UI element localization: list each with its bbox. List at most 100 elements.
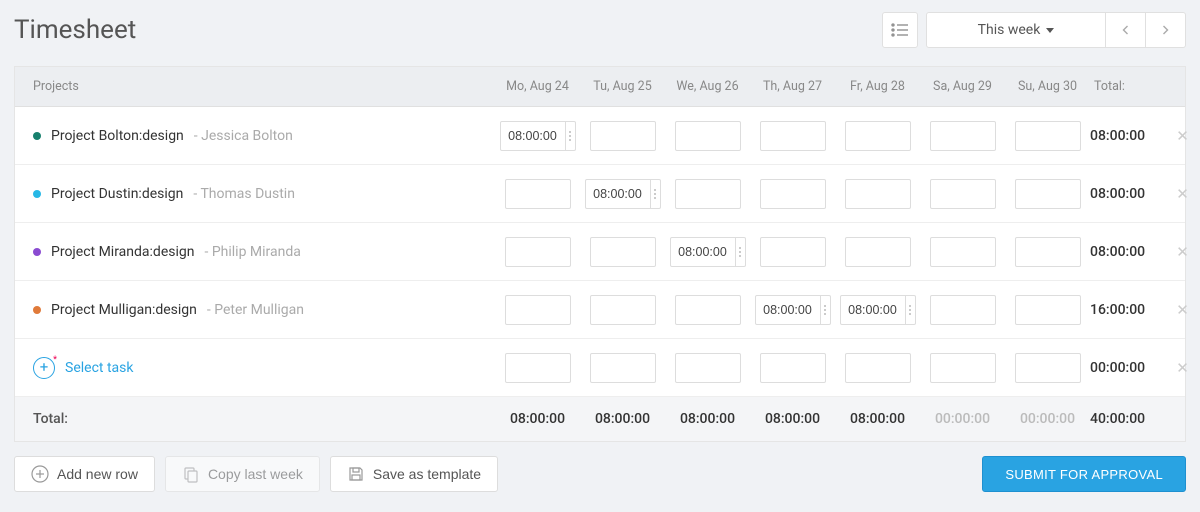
time-input[interactable] (505, 237, 571, 267)
project-name: Project Miranda:design (51, 244, 194, 260)
time-drag-handle[interactable] (651, 179, 661, 209)
plus-circle-icon (31, 465, 49, 483)
time-input[interactable] (930, 179, 996, 209)
time-input[interactable] (930, 237, 996, 267)
time-input[interactable] (930, 295, 996, 325)
footer-grand-total: 40:00:00 (1090, 411, 1165, 427)
project-name: Project Mulligan:design (51, 302, 197, 318)
save-template-button[interactable]: Save as template (330, 456, 498, 492)
time-input[interactable] (585, 179, 651, 209)
time-input[interactable] (845, 121, 911, 151)
period-next-button[interactable] (1146, 12, 1186, 48)
time-input[interactable] (755, 295, 821, 325)
time-input[interactable] (505, 179, 571, 209)
footer-day-total: 00:00:00 (920, 411, 1005, 427)
col-header-day: Mo, Aug 24 (495, 67, 580, 106)
time-input[interactable] (845, 179, 911, 209)
copy-last-week-label: Copy last week (208, 466, 303, 482)
col-header-day: Sa, Aug 29 (920, 67, 1005, 106)
copy-last-week-button[interactable]: Copy last week (165, 456, 320, 492)
add-row-button[interactable]: Add new row (14, 456, 155, 492)
period-label: This week (978, 22, 1041, 38)
delete-row-button[interactable]: ✕ (1176, 359, 1189, 377)
col-header-day: Fr, Aug 28 (835, 67, 920, 106)
col-header-total: Total: (1090, 67, 1165, 106)
list-icon (891, 23, 909, 37)
col-header-day: Su, Aug 30 (1005, 67, 1090, 106)
time-input[interactable] (845, 353, 911, 383)
time-input[interactable] (675, 179, 741, 209)
time-drag-handle[interactable] (821, 295, 831, 325)
row-total: 08:00:00 (1090, 186, 1165, 202)
period-selector[interactable]: This week (926, 12, 1106, 48)
col-header-projects: Projects (15, 67, 495, 106)
time-drag-handle[interactable] (906, 295, 916, 325)
project-name: Project Bolton:design (51, 128, 184, 144)
chevron-left-icon (1122, 25, 1129, 35)
row-total: 08:00:00 (1090, 244, 1165, 260)
save-icon (347, 465, 365, 483)
time-input[interactable] (760, 179, 826, 209)
delete-row-button[interactable]: ✕ (1176, 243, 1189, 261)
time-input[interactable] (760, 121, 826, 151)
add-task-icon: * (33, 357, 55, 379)
footer-day-total: 08:00:00 (580, 411, 665, 427)
time-input[interactable] (930, 353, 996, 383)
time-input[interactable] (505, 295, 571, 325)
col-header-day: Tu, Aug 25 (580, 67, 665, 106)
chevron-right-icon (1162, 25, 1169, 35)
project-color-dot (33, 306, 41, 314)
time-input[interactable] (760, 237, 826, 267)
project-color-dot (33, 248, 41, 256)
time-input[interactable] (505, 353, 571, 383)
time-input[interactable] (675, 295, 741, 325)
time-input[interactable] (675, 121, 741, 151)
delete-row-button[interactable]: ✕ (1176, 301, 1189, 319)
time-input[interactable] (1015, 295, 1081, 325)
time-input[interactable] (670, 237, 736, 267)
time-input[interactable] (590, 353, 656, 383)
table-row: Project Bolton:design - Jessica Bolton 08… (15, 107, 1185, 165)
table-row: Project Mulligan:design - Peter Mulligan… (15, 281, 1185, 339)
time-input[interactable] (1015, 237, 1081, 267)
select-task-row: * Select task 00:00:00 ✕ (15, 339, 1185, 397)
project-person: - Philip Miranda (204, 244, 300, 260)
time-input[interactable] (1015, 353, 1081, 383)
time-input[interactable] (840, 295, 906, 325)
time-input[interactable] (590, 237, 656, 267)
list-view-toggle[interactable] (882, 12, 918, 48)
delete-row-button[interactable]: ✕ (1176, 185, 1189, 203)
footer-label: Total: (15, 411, 495, 427)
add-row-label: Add new row (57, 466, 138, 482)
submit-approval-button[interactable]: SUBMIT FOR APPROVAL (982, 456, 1186, 492)
footer-day-total: 08:00:00 (835, 411, 920, 427)
row-total: 00:00:00 (1090, 360, 1165, 376)
time-input[interactable] (930, 121, 996, 151)
footer-day-total: 08:00:00 (665, 411, 750, 427)
save-template-label: Save as template (373, 466, 481, 482)
time-input[interactable] (845, 237, 911, 267)
page-title: Timesheet (14, 15, 136, 45)
time-input[interactable] (590, 121, 656, 151)
delete-row-button[interactable]: ✕ (1176, 127, 1189, 145)
time-input[interactable] (590, 295, 656, 325)
timesheet-grid: Projects Mo, Aug 24 Tu, Aug 25 We, Aug 2… (14, 66, 1186, 442)
project-color-dot (33, 132, 41, 140)
time-input[interactable] (760, 353, 826, 383)
select-task-label: Select task (65, 360, 133, 376)
time-drag-handle[interactable] (566, 121, 576, 151)
time-input[interactable] (500, 121, 566, 151)
row-total: 08:00:00 (1090, 128, 1165, 144)
time-input[interactable] (675, 353, 741, 383)
grid-header: Projects Mo, Aug 24 Tu, Aug 25 We, Aug 2… (15, 67, 1185, 107)
submit-label: SUBMIT FOR APPROVAL (1005, 467, 1163, 482)
project-person: - Jessica Bolton (194, 128, 293, 144)
time-drag-handle[interactable] (736, 237, 746, 267)
time-input[interactable] (1015, 179, 1081, 209)
grid-footer: Total: 08:00:00 08:00:00 08:00:00 08:00:… (15, 397, 1185, 441)
time-input[interactable] (1015, 121, 1081, 151)
select-task-button[interactable]: * Select task (15, 357, 495, 379)
footer-day-total: 08:00:00 (750, 411, 835, 427)
project-color-dot (33, 190, 41, 198)
period-prev-button[interactable] (1106, 12, 1146, 48)
